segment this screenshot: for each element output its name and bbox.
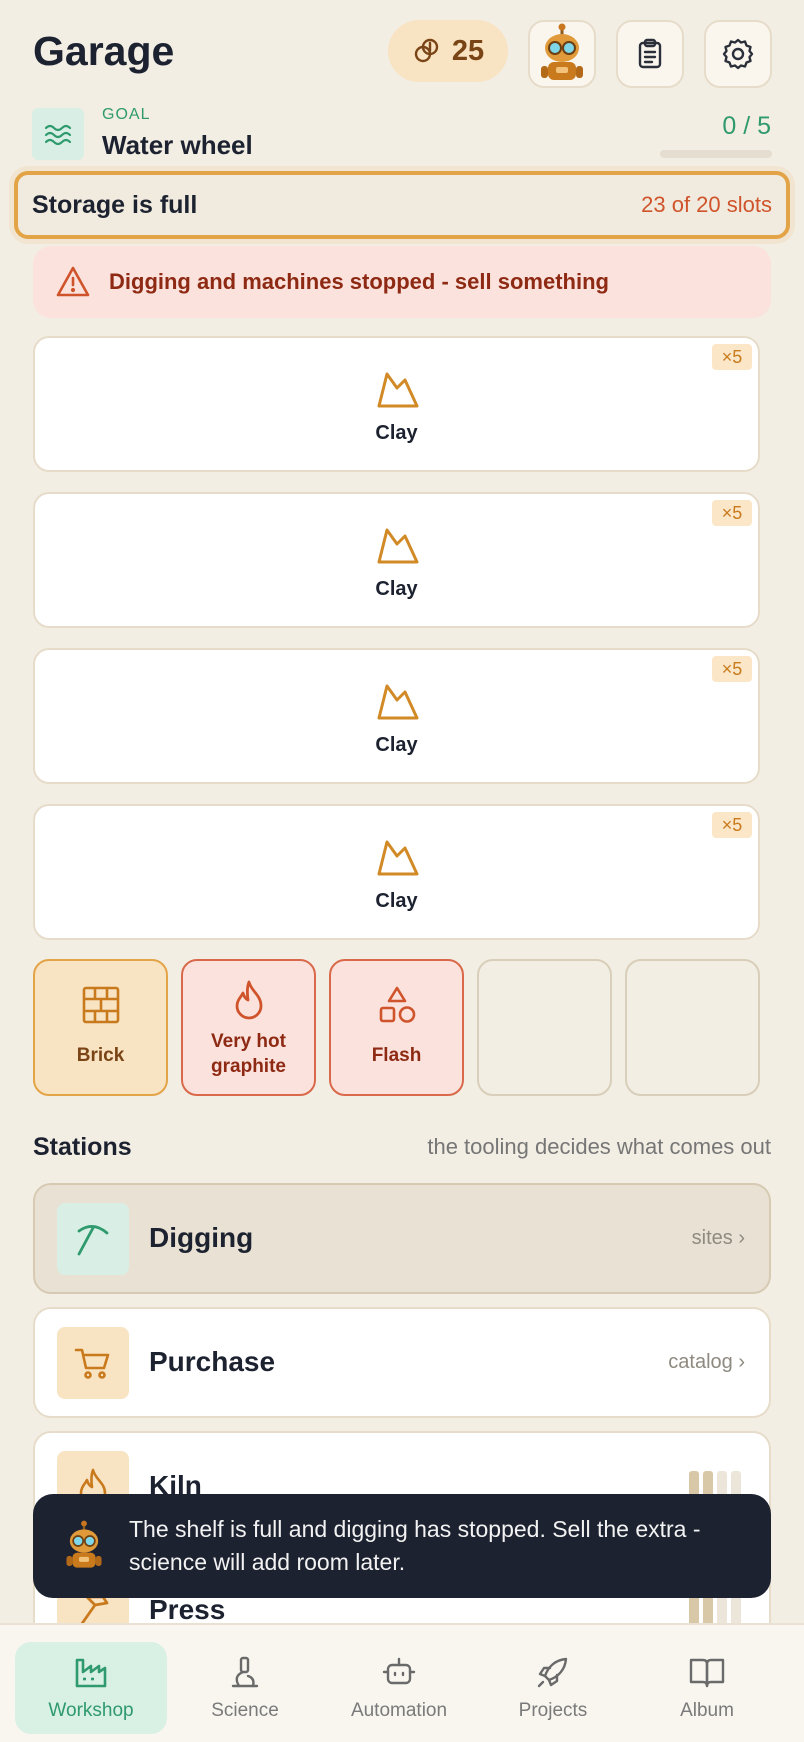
storage-slot[interactable]: Clay ×5 (33, 336, 760, 472)
alert-banner: Digging and machines stopped - sell some… (33, 246, 771, 318)
goal-progress-bar (660, 150, 772, 158)
coin-icon (414, 38, 439, 63)
storage-title: Storage is full (32, 190, 198, 219)
coin-count: 25 (451, 34, 485, 67)
nav-label: Album (680, 1700, 734, 1721)
top-bar: Garage 25 (0, 0, 804, 110)
station-purchase[interactable]: Purchase catalog › (33, 1307, 771, 1418)
brick-icon (82, 986, 119, 1024)
nav-label: Science (211, 1700, 279, 1721)
stations-heading: Stations (33, 1133, 132, 1161)
material-tile-very-hot-graphite[interactable]: Very hot graphite (181, 959, 316, 1096)
factory-icon (75, 1658, 107, 1688)
cart-icon (74, 1348, 110, 1379)
robot-icon (382, 1657, 416, 1685)
robot-avatar (541, 23, 583, 80)
slot-label: Clay (375, 578, 418, 600)
tile-label-line2: graphite (211, 1056, 286, 1077)
sites-link[interactable]: sites › (692, 1227, 745, 1250)
station-digging[interactable]: Digging sites › (33, 1183, 771, 1294)
tile-label: Brick (76, 1045, 125, 1066)
nav-label: Workshop (48, 1700, 134, 1721)
waves-icon (44, 124, 72, 146)
microscope-icon (231, 1656, 259, 1688)
slot-label: Clay (375, 890, 418, 912)
pickaxe-icon (77, 1225, 109, 1256)
quantity-badge: ×5 (712, 500, 752, 526)
storage-banner[interactable]: Storage is full 23 of 20 slots (14, 171, 790, 239)
nav-projects[interactable]: Projects (477, 1642, 629, 1734)
nav-label: Projects (518, 1700, 588, 1721)
material-tile-flash[interactable]: Flash (329, 959, 464, 1096)
nav-album[interactable]: Album (631, 1642, 783, 1734)
tile-label: Flash (371, 1045, 422, 1066)
slot-label: Clay (375, 422, 418, 444)
stations-subtitle: the tooling decides what comes out (427, 1134, 771, 1159)
quantity-badge: ×5 (712, 344, 752, 370)
quantity-badge: ×5 (712, 656, 752, 682)
goal-name[interactable]: Water wheel (102, 130, 253, 161)
robot-avatar (66, 1520, 102, 1568)
station-name: Digging (149, 1222, 254, 1253)
settings-button[interactable] (704, 20, 772, 88)
alert-text: Digging and machines stopped - sell some… (109, 269, 609, 294)
material-tile-brick[interactable]: Brick (33, 959, 168, 1096)
nav-science[interactable]: Science (169, 1642, 321, 1734)
clipboard-button[interactable] (616, 20, 684, 88)
storage-slot[interactable]: Clay ×5 (33, 648, 760, 784)
flame-icon (235, 980, 262, 1020)
goal-caption: GOAL (102, 106, 151, 123)
goal-progress: 0 / 5 (722, 112, 771, 140)
station-name: Purchase (149, 1346, 276, 1377)
storage-slot[interactable]: Clay ×5 (33, 492, 760, 628)
empty-tile[interactable] (625, 959, 760, 1096)
coin-counter[interactable]: 25 (388, 20, 508, 82)
gear-icon (722, 38, 754, 70)
quantity-badge: ×5 (712, 812, 752, 838)
nav-label: Automation (350, 1700, 448, 1721)
warning-icon (56, 266, 90, 297)
page-title: Garage (33, 28, 175, 74)
storage-slot[interactable]: Clay ×5 (33, 804, 760, 940)
clay-icon (377, 372, 419, 408)
nav-automation[interactable]: Automation (323, 1642, 475, 1734)
clay-icon (377, 528, 419, 564)
assistant-toast[interactable]: The shelf is full and digging has stoppe… (33, 1494, 771, 1598)
tile-label-line1: Very hot (211, 1031, 286, 1052)
clipboard-icon (638, 38, 662, 69)
book-icon (689, 1658, 725, 1688)
storage-count: 23 of 20 slots (641, 192, 772, 217)
nav-workshop[interactable]: Workshop (15, 1642, 167, 1734)
catalog-link[interactable]: catalog › (668, 1351, 745, 1374)
toast-message: The shelf is full and digging has stoppe… (129, 1516, 701, 1575)
shapes-icon (379, 986, 415, 1023)
station-name: Press (149, 1594, 226, 1625)
clay-icon (377, 684, 419, 720)
clay-icon (377, 840, 419, 876)
rocket-icon (537, 1657, 568, 1688)
slot-label: Clay (375, 734, 418, 756)
robot-avatar-button[interactable] (528, 20, 596, 88)
empty-tile[interactable] (477, 959, 612, 1096)
bottom-nav: Workshop Science Automation Projects Alb… (0, 1623, 804, 1742)
goal-icon-box (32, 108, 84, 160)
